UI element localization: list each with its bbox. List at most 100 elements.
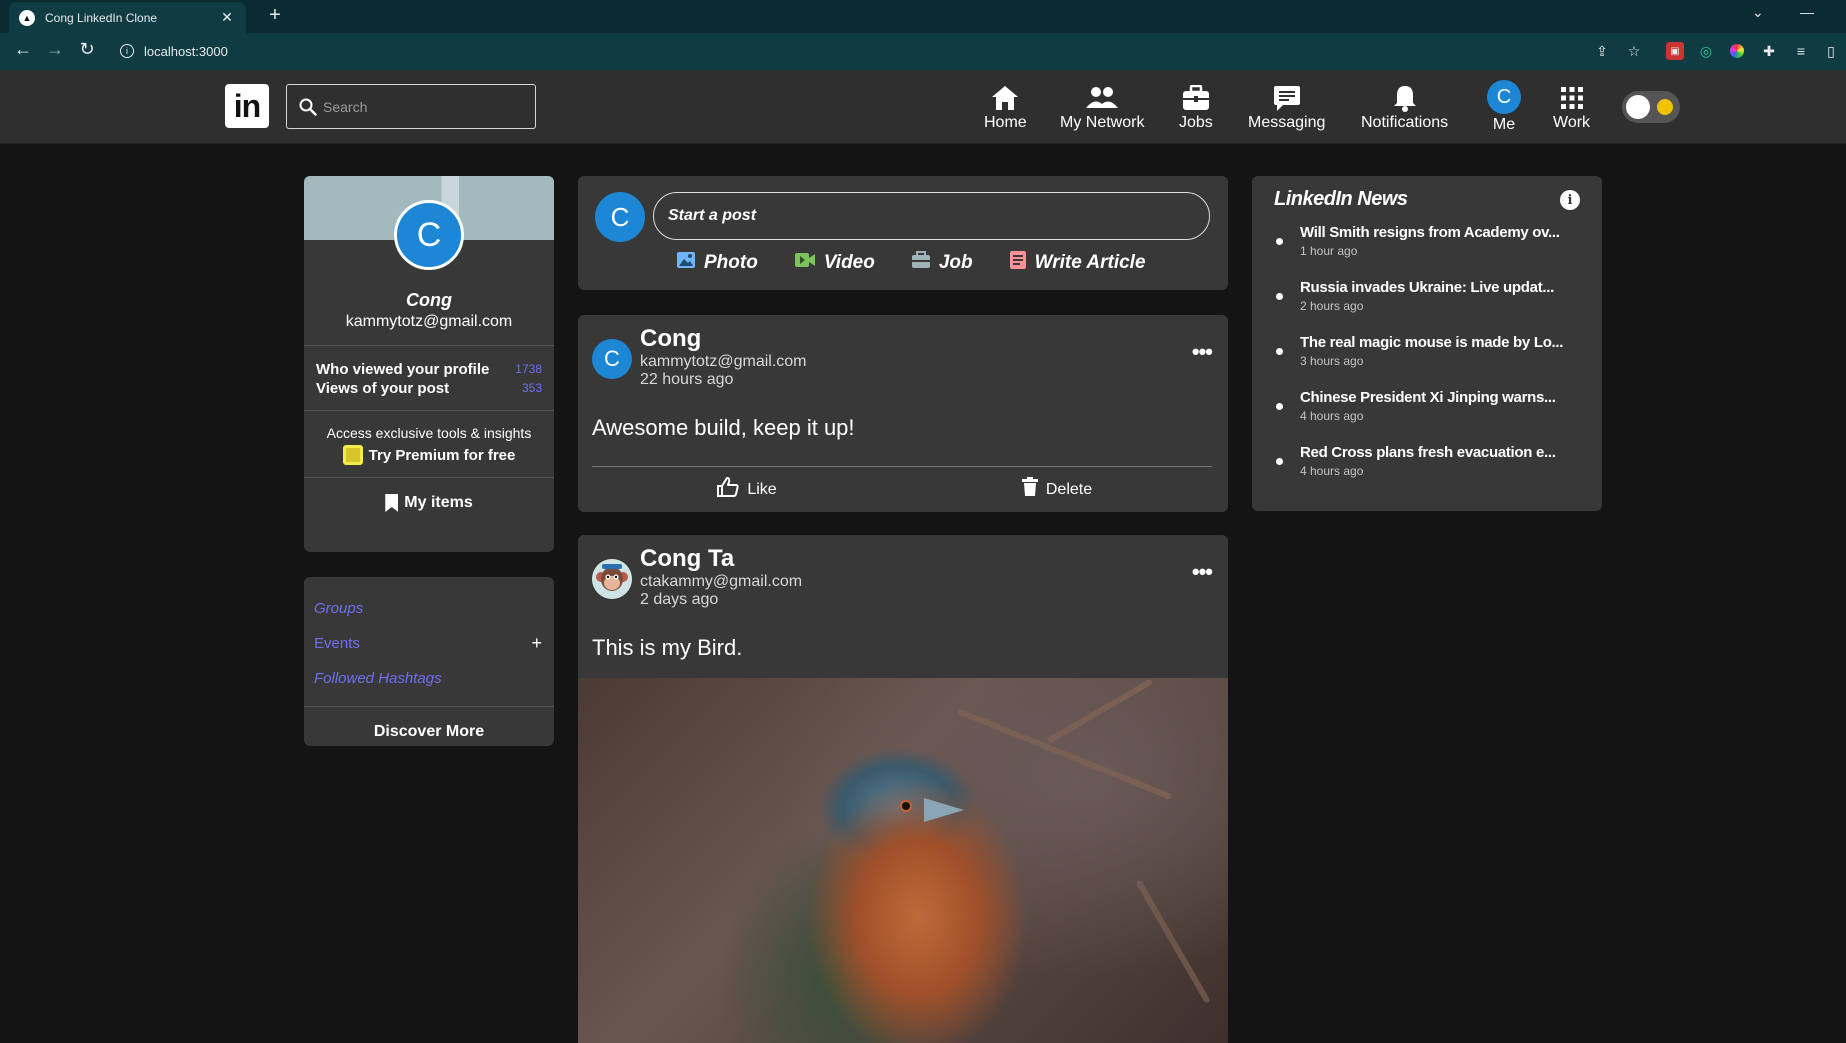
- minimize-icon[interactable]: —: [1800, 4, 1814, 20]
- avatar: C: [1487, 80, 1521, 114]
- nav-home[interactable]: Home: [984, 84, 1027, 132]
- thumbs-up-icon: [717, 477, 739, 502]
- home-icon: [991, 84, 1019, 112]
- avatar[interactable]: C: [592, 339, 632, 379]
- stat-profile-views[interactable]: Who viewed your profile 1738: [316, 360, 542, 379]
- stat-label: Views of your post: [316, 380, 450, 397]
- search-box[interactable]: [286, 84, 536, 129]
- sun-icon: [1657, 99, 1673, 115]
- events-link[interactable]: Events +: [314, 626, 544, 661]
- groups-link[interactable]: Groups: [314, 591, 544, 626]
- linkedin-logo[interactable]: in: [225, 84, 269, 128]
- premium-cta[interactable]: Try Premium for free: [316, 445, 542, 465]
- branch: [956, 708, 1173, 800]
- stat-label: Who viewed your profile: [316, 361, 490, 378]
- photo-button[interactable]: Photo: [676, 250, 758, 276]
- news-time: 4 hours ago: [1300, 409, 1364, 423]
- side-panel-icon[interactable]: ▯: [1822, 42, 1840, 60]
- post-image[interactable]: [578, 678, 1228, 1043]
- post-text: Awesome build, keep it up!: [592, 415, 855, 440]
- job-button[interactable]: Job: [911, 250, 973, 276]
- nav-notifications[interactable]: Notifications: [1361, 84, 1448, 132]
- news-list: Will Smith resigns from Academy ov... 1 …: [1274, 224, 1584, 499]
- video-button[interactable]: Video: [794, 250, 875, 276]
- extension-target-icon[interactable]: ◎: [1697, 42, 1715, 60]
- reading-list-icon[interactable]: ≡: [1792, 42, 1810, 60]
- discover-more-button[interactable]: Discover More: [304, 707, 554, 746]
- browser-tab[interactable]: ▲ Cong LinkedIn Clone ✕: [9, 2, 246, 33]
- browser-tab-bar: ▲ Cong LinkedIn Clone ✕ + ⌄ —: [0, 0, 1846, 33]
- profile-name[interactable]: Cong: [304, 290, 554, 311]
- photo-label: Photo: [704, 252, 758, 273]
- new-tab-button[interactable]: +: [262, 4, 288, 27]
- forward-icon[interactable]: →: [42, 39, 68, 60]
- post-text: This is my Bird.: [592, 635, 743, 660]
- nav-me[interactable]: C Me: [1487, 80, 1521, 134]
- post-author[interactable]: Cong: [640, 325, 807, 353]
- back-icon[interactable]: ←: [10, 39, 36, 60]
- post-author[interactable]: Cong Ta: [640, 545, 802, 573]
- close-tab-icon[interactable]: ✕: [218, 9, 236, 26]
- toggle-knob: [1626, 95, 1650, 119]
- url-text: localhost:3000: [144, 43, 228, 59]
- news-item[interactable]: Russia invades Ukraine: Live updat... 2 …: [1274, 279, 1584, 334]
- nav-messaging-label: Messaging: [1248, 114, 1326, 131]
- composer-actions: Photo Video Job Write Article: [676, 250, 1146, 276]
- stat-value: 353: [521, 381, 542, 395]
- job-label: Job: [938, 252, 973, 273]
- post-actions: Like Delete: [592, 477, 1212, 502]
- extension-icon[interactable]: ▣: [1666, 42, 1684, 60]
- my-items-button[interactable]: My items: [304, 478, 554, 528]
- network-icon: [1086, 84, 1119, 112]
- news-item[interactable]: Will Smith resigns from Academy ov... 1 …: [1274, 224, 1584, 279]
- article-icon: [1009, 250, 1027, 276]
- stat-post-views[interactable]: Views of your post 353: [316, 379, 542, 398]
- nav-work[interactable]: Work: [1553, 84, 1590, 132]
- avatar[interactable]: [592, 559, 632, 599]
- avatar: C: [595, 192, 645, 242]
- like-button[interactable]: Like: [592, 477, 902, 502]
- info-icon[interactable]: i: [1560, 190, 1580, 210]
- nav-jobs-label: Jobs: [1179, 114, 1213, 131]
- nav-me-label: Me: [1492, 116, 1516, 133]
- nav-messaging[interactable]: Messaging: [1248, 84, 1325, 132]
- hashtags-link[interactable]: Followed Hashtags: [314, 661, 544, 696]
- nav-jobs[interactable]: Jobs: [1179, 84, 1213, 132]
- news-item[interactable]: Chinese President Xi Jinping warns... 4 …: [1274, 389, 1584, 444]
- chevron-down-icon[interactable]: ⌄: [1752, 4, 1764, 21]
- photo-icon: [676, 251, 696, 275]
- news-item[interactable]: Red Cross plans fresh evacuation e... 4 …: [1274, 444, 1584, 499]
- write-article-button[interactable]: Write Article: [1009, 250, 1146, 276]
- theme-toggle[interactable]: [1622, 91, 1680, 123]
- delete-button[interactable]: Delete: [902, 477, 1212, 502]
- puzzle-icon[interactable]: ✚: [1760, 42, 1778, 60]
- start-post-input[interactable]: Start a post: [653, 192, 1210, 240]
- reload-icon[interactable]: ↻: [74, 39, 100, 60]
- url-field[interactable]: i localhost:3000: [110, 37, 1600, 65]
- star-icon[interactable]: ☆: [1625, 42, 1643, 60]
- news-time: 3 hours ago: [1300, 354, 1364, 368]
- divider: [592, 466, 1212, 467]
- briefcase-icon: [1182, 84, 1210, 112]
- stat-value: 1738: [515, 362, 542, 376]
- branch: [1046, 678, 1154, 744]
- news-headline: Will Smith resigns from Academy ov...: [1300, 224, 1560, 241]
- post-time: 22 hours ago: [640, 371, 734, 388]
- more-options-icon[interactable]: •••: [1192, 339, 1213, 365]
- add-event-icon[interactable]: +: [531, 633, 542, 654]
- nav-my-network[interactable]: My Network: [1060, 84, 1144, 132]
- favicon-icon: ▲: [19, 9, 35, 26]
- bird-eye: [900, 800, 912, 812]
- search-input[interactable]: [323, 98, 523, 115]
- extension-color-icon[interactable]: [1728, 42, 1746, 60]
- premium-section[interactable]: Access exclusive tools & insights Try Pr…: [304, 411, 554, 477]
- share-icon[interactable]: ⇪: [1593, 42, 1611, 60]
- profile-avatar[interactable]: C: [394, 200, 464, 270]
- premium-icon: [342, 445, 363, 465]
- delete-label: Delete: [1045, 480, 1093, 498]
- app-header: in Home My Network Jobs Messaging Notifi…: [0, 70, 1846, 144]
- more-options-icon[interactable]: •••: [1192, 559, 1213, 585]
- news-item[interactable]: The real magic mouse is made by Lo... 3 …: [1274, 334, 1584, 389]
- profile-stats: Who viewed your profile 1738 Views of yo…: [304, 346, 554, 410]
- site-info-icon[interactable]: i: [120, 44, 134, 58]
